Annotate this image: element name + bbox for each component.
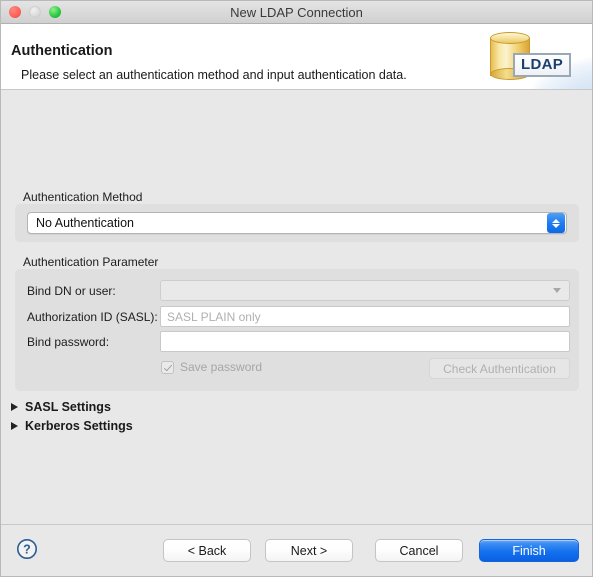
authorization-id-placeholder: SASL PLAIN only	[167, 309, 261, 324]
authentication-method-group-label: Authentication Method	[23, 190, 143, 204]
triangle-right-icon	[11, 403, 18, 411]
title-bar: New LDAP Connection	[1, 1, 592, 24]
ldap-database-icon: LDAP	[486, 28, 586, 86]
bind-password-label: Bind password:	[27, 335, 110, 349]
next-button-label: Next >	[290, 543, 328, 558]
authorization-id-input[interactable]: SASL PLAIN only	[160, 306, 570, 327]
back-button[interactable]: < Back	[163, 539, 251, 562]
dialog-footer: ? < Back Next > Cancel Finish	[1, 524, 592, 576]
chevron-updown-icon[interactable]	[547, 213, 565, 233]
bind-dn-combo[interactable]	[160, 280, 570, 301]
bind-password-input[interactable]	[160, 331, 570, 352]
sasl-settings-label: SASL Settings	[25, 400, 111, 414]
new-ldap-connection-dialog: New LDAP Connection Authentication Pleas…	[0, 0, 593, 577]
window-title: New LDAP Connection	[230, 4, 363, 20]
kerberos-settings-section[interactable]: Kerberos Settings	[11, 419, 133, 433]
header-artwork: LDAP	[472, 24, 592, 89]
wizard-body: Authentication Method No Authentication …	[1, 90, 592, 524]
cylinder-top	[490, 32, 530, 44]
authorization-id-label: Authorization ID (SASL):	[27, 310, 158, 324]
page-subtitle: Please select an authentication method a…	[21, 68, 407, 82]
authentication-parameter-group-label: Authentication Parameter	[23, 255, 159, 269]
save-password-checkbox[interactable]	[161, 360, 174, 374]
svg-text:?: ?	[23, 543, 31, 557]
close-window-button[interactable]	[9, 6, 21, 18]
finish-button[interactable]: Finish	[479, 539, 579, 562]
maximize-window-button[interactable]	[49, 6, 61, 18]
authentication-method-selected-value: No Authentication	[36, 216, 134, 230]
sasl-settings-section[interactable]: SASL Settings	[11, 400, 111, 414]
save-password-label: Save password	[180, 360, 263, 374]
cancel-button-label: Cancel	[399, 543, 439, 558]
cancel-button[interactable]: Cancel	[375, 539, 463, 562]
triangle-right-icon	[11, 422, 18, 430]
ldap-badge-label: LDAP	[513, 53, 572, 77]
save-password-checkbox-row[interactable]: Save password	[161, 360, 262, 374]
window-controls	[9, 6, 61, 18]
wizard-header: Authentication Please select an authenti…	[1, 24, 592, 90]
page-title: Authentication	[11, 43, 113, 59]
check-authentication-button[interactable]: Check Authentication	[429, 358, 570, 379]
minimize-window-button[interactable]	[29, 6, 41, 18]
check-authentication-label: Check Authentication	[443, 361, 556, 376]
help-icon[interactable]: ?	[16, 538, 38, 560]
bind-dn-label: Bind DN or user:	[27, 284, 116, 298]
authentication-method-select[interactable]: No Authentication	[27, 212, 567, 234]
kerberos-settings-label: Kerberos Settings	[25, 419, 133, 433]
next-button[interactable]: Next >	[265, 539, 353, 562]
finish-button-label: Finish	[512, 543, 546, 558]
chevron-down-icon	[553, 288, 561, 293]
back-button-label: < Back	[187, 543, 227, 558]
